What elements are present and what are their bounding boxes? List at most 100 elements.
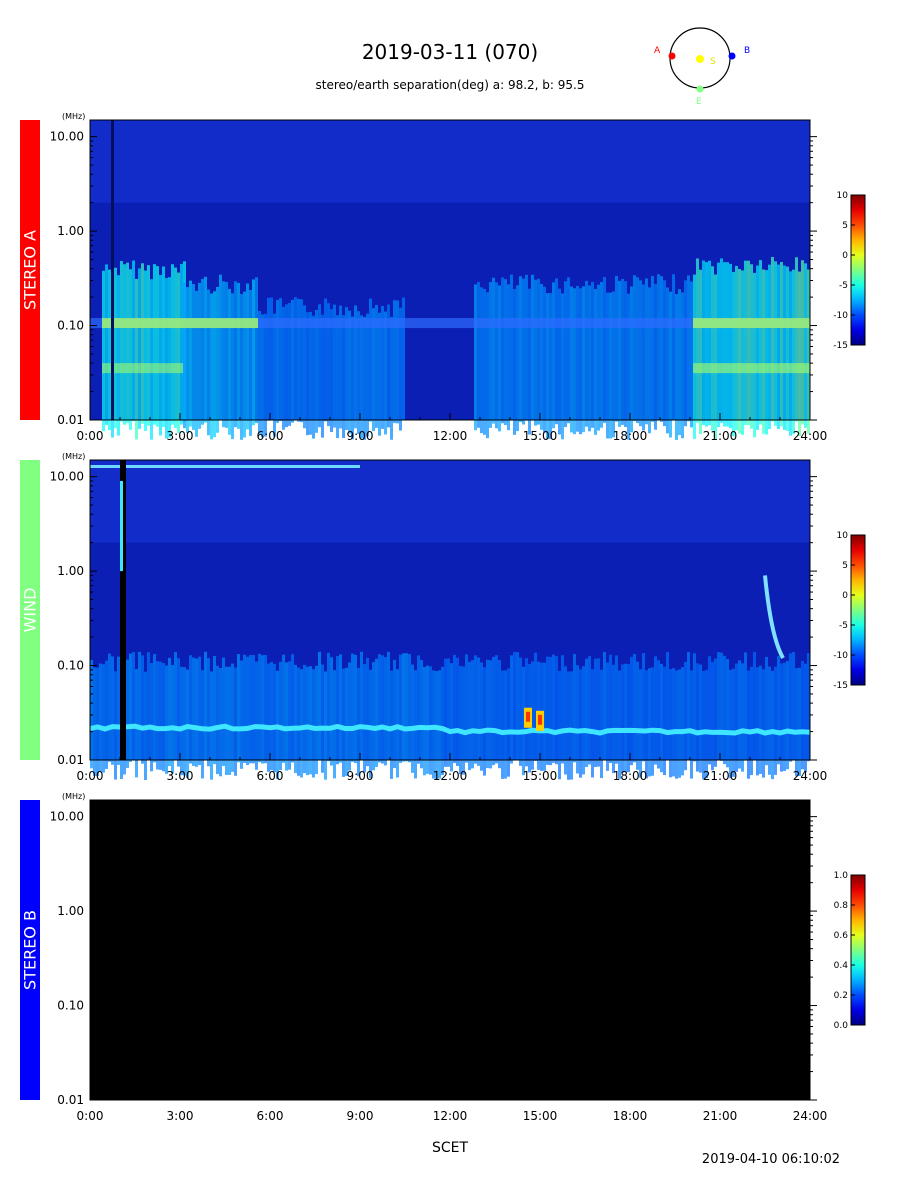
burst-column (651, 667, 654, 776)
burst-column (216, 665, 219, 775)
x-tick-label: 15:00 (523, 769, 558, 783)
colorbar-tick-label: -10 (833, 311, 848, 321)
burst-column (108, 269, 111, 431)
burst-column (279, 661, 282, 771)
noise-band (90, 460, 810, 543)
burst-column (294, 297, 297, 421)
colorbar-tick-label: -15 (833, 681, 848, 691)
burst-column (243, 654, 246, 763)
burst-column (258, 311, 261, 434)
burst-column (363, 664, 366, 773)
x-tick-label: 21:00 (703, 1109, 738, 1123)
burst-column (480, 662, 483, 771)
burst-column (213, 291, 216, 438)
burst-column (606, 662, 609, 771)
burst-column (414, 670, 417, 779)
burst-column (315, 665, 318, 775)
y-tick-label: 1.00 (57, 224, 84, 238)
colorbar-tick-label: 5 (842, 221, 848, 231)
stereo-a-marker (668, 52, 676, 60)
burst-column (339, 654, 342, 763)
burst-column (753, 652, 756, 761)
burst-column (630, 286, 633, 433)
burst-column (588, 656, 591, 765)
burst-column (324, 671, 327, 780)
burst-column (597, 658, 600, 767)
burst-column (567, 671, 570, 780)
burst-column (687, 275, 690, 422)
burst-column (483, 667, 486, 776)
burst-column (363, 316, 366, 440)
burst-column (570, 671, 573, 780)
y-tick-label: 1.00 (57, 564, 84, 578)
burst-column (645, 670, 648, 779)
burst-column (297, 298, 300, 422)
burst-column (639, 280, 642, 427)
burst-column (675, 294, 678, 440)
burst-column (162, 266, 165, 428)
burst-column (429, 666, 432, 775)
orbit-label-b: B (744, 46, 750, 56)
burst-column (378, 312, 381, 436)
burst-column (255, 277, 258, 424)
burst-column (222, 657, 225, 766)
burst-column (264, 313, 267, 437)
band-hot (102, 363, 183, 374)
burst-column (228, 666, 231, 775)
burst-column (633, 275, 636, 422)
burst-column (264, 654, 267, 764)
y-unit-label: (MHz) (62, 112, 85, 121)
burst-core (538, 714, 542, 725)
burst-column (756, 667, 759, 776)
burst-column (387, 651, 390, 761)
burst-column (684, 661, 687, 771)
burst-column (534, 652, 537, 761)
burst-column (702, 671, 705, 780)
burst-column (726, 659, 729, 768)
burst-column (585, 658, 588, 767)
burst-column (555, 655, 558, 765)
burst-column (735, 265, 738, 431)
burst-column (783, 265, 786, 430)
burst-column (150, 663, 153, 772)
burst-column (660, 276, 663, 422)
burst-column (300, 669, 303, 778)
burst-column (468, 661, 471, 771)
burst-column (588, 285, 591, 432)
burst-column (573, 288, 576, 435)
burst-column (309, 666, 312, 775)
burst-column (510, 274, 513, 421)
burst-column (366, 313, 369, 437)
burst-column (720, 652, 723, 761)
burst-column (306, 666, 309, 776)
plot-background (90, 800, 810, 1100)
burst-column (564, 281, 567, 428)
burst-column (741, 270, 744, 435)
burst-column (342, 668, 345, 777)
burst-column (102, 270, 105, 432)
burst-column (714, 274, 717, 439)
burst-column (801, 661, 804, 770)
burst-column (771, 256, 774, 422)
burst-column (708, 656, 711, 765)
burst-column (513, 288, 516, 435)
burst-column (381, 655, 384, 764)
burst-column (246, 283, 249, 430)
stereo-a-spectrogram: 10.00 1.00 0.10 0.01 (MHz) 0:00 3:00 6:00 9:00 12… (50, 112, 866, 443)
burst-column (273, 663, 276, 773)
burst-column (114, 267, 117, 429)
burst-column (624, 663, 627, 773)
burst-column (309, 311, 312, 435)
burst-column (249, 655, 252, 764)
x-tick-label: 0:00 (77, 769, 104, 783)
burst-column (108, 653, 111, 762)
burst-column (690, 670, 693, 779)
burst-column (711, 661, 714, 771)
burst-column (306, 312, 309, 436)
x-tick-label: 9:00 (347, 429, 374, 443)
stereo-b-label: STEREO B (20, 910, 40, 990)
burst-column (453, 654, 456, 764)
burst-column (579, 669, 582, 778)
stereo-b-marker (728, 52, 736, 60)
burst-column (102, 664, 105, 773)
